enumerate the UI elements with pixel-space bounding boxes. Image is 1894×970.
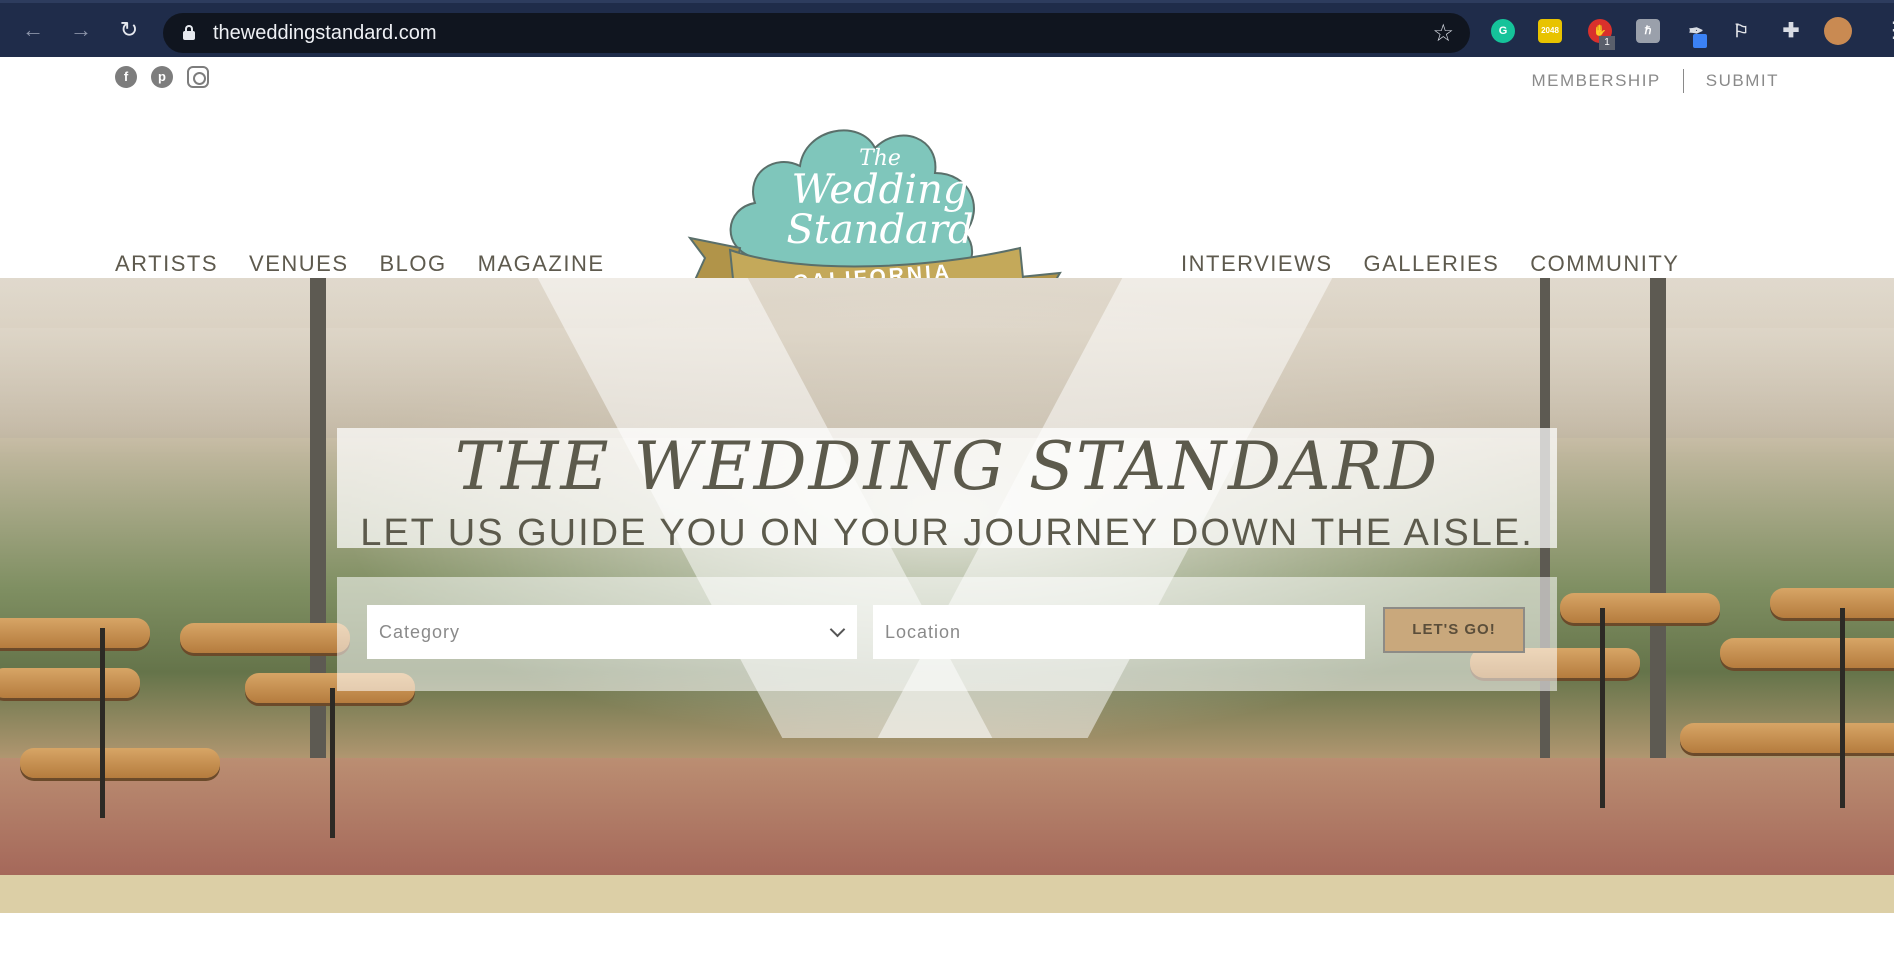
- main-nav-right: INTERVIEWS GALLERIES COMMUNITY: [1181, 251, 1679, 277]
- menu-dots-icon[interactable]: ⋮: [1883, 17, 1894, 43]
- main-nav-left: ARTISTS VENUES BLOG MAGAZINE: [115, 251, 605, 277]
- hero-chair-leg: [1600, 608, 1605, 808]
- back-arrow-icon[interactable]: ←: [20, 17, 46, 43]
- chevron-down-icon: [829, 621, 846, 638]
- pen-badge: [1693, 34, 1707, 48]
- hero-chair-leg: [330, 688, 335, 838]
- nav-blog[interactable]: BLOG: [380, 251, 447, 277]
- extension-badge: 1: [1599, 36, 1615, 50]
- lock-icon[interactable]: [183, 25, 195, 40]
- nav-interviews[interactable]: INTERVIEWS: [1181, 251, 1333, 277]
- lets-go-button[interactable]: LET'S GO!: [1383, 607, 1525, 653]
- hero-fence: [0, 328, 1894, 438]
- hero-chair-leg: [100, 628, 105, 818]
- category-select[interactable]: Category: [367, 605, 857, 659]
- tag-icon[interactable]: ℏ: [1636, 19, 1660, 43]
- hero-chair: [1560, 593, 1720, 623]
- top-links: MEMBERSHIP SUBMIT: [1531, 69, 1779, 93]
- browser-toolbar: ← → ↻ theweddingstandard.com ☆ G 2048 ✋ …: [0, 0, 1894, 57]
- hero-subtitle: LET US GUIDE YOU ON YOUR JOURNEY DOWN TH…: [360, 512, 1534, 554]
- hero-chair: [1770, 588, 1894, 618]
- hero-chair: [1680, 723, 1894, 753]
- logo-wedding: Wedding: [791, 167, 969, 213]
- social-links: f p: [115, 66, 209, 88]
- location-placeholder: Location: [885, 622, 962, 642]
- footer-band: [0, 875, 1894, 913]
- hero-banner: THE WEDDING STANDARD LET US GUIDE YOU ON…: [0, 278, 1894, 875]
- hero-chair: [1720, 638, 1894, 668]
- divider: [1682, 69, 1684, 93]
- reload-icon[interactable]: ↻: [116, 17, 142, 43]
- hero-title: THE WEDDING STANDARD: [454, 428, 1440, 505]
- instagram-icon[interactable]: [187, 66, 209, 88]
- hero-post: [1650, 278, 1666, 758]
- hero-chair: [0, 618, 150, 648]
- address-bar[interactable]: theweddingstandard.com ☆: [163, 13, 1470, 53]
- 2048-icon[interactable]: 2048: [1538, 19, 1562, 43]
- location-input[interactable]: Location: [873, 605, 1365, 659]
- hero-chair: [0, 668, 140, 698]
- logo-standard: Standard: [786, 207, 974, 253]
- forward-arrow-icon[interactable]: →: [68, 17, 94, 43]
- hero-chair: [180, 623, 350, 653]
- hero-chair: [20, 748, 220, 778]
- logo-script: The Wedding Standard: [780, 148, 980, 253]
- nav-venues[interactable]: VENUES: [249, 251, 348, 277]
- category-placeholder: Category: [379, 622, 461, 642]
- submit-link[interactable]: SUBMIT: [1706, 71, 1779, 91]
- bookmark-star-icon[interactable]: ☆: [1432, 19, 1454, 48]
- hero-title-panel: THE WEDDING STANDARD LET US GUIDE YOU ON…: [337, 428, 1557, 554]
- nav-galleries[interactable]: GALLERIES: [1364, 251, 1500, 277]
- search-panel: Category Location LET'S GO!: [337, 577, 1557, 691]
- pinterest-icon[interactable]: p: [151, 66, 173, 88]
- profile-avatar[interactable]: [1824, 17, 1852, 45]
- nav-magazine[interactable]: MAGAZINE: [478, 251, 605, 277]
- grammarly-icon[interactable]: G: [1491, 19, 1515, 43]
- hero-floor: [0, 758, 1894, 875]
- hero-chair-leg: [1840, 608, 1845, 808]
- facebook-icon[interactable]: f: [115, 66, 137, 88]
- membership-link[interactable]: MEMBERSHIP: [1531, 71, 1660, 91]
- nav-community[interactable]: COMMUNITY: [1530, 251, 1679, 277]
- shoe-icon[interactable]: ⚐: [1729, 19, 1753, 43]
- nav-artists[interactable]: ARTISTS: [115, 251, 218, 277]
- puzzle-icon[interactable]: ✚: [1779, 19, 1803, 43]
- url-text[interactable]: theweddingstandard.com: [213, 22, 436, 45]
